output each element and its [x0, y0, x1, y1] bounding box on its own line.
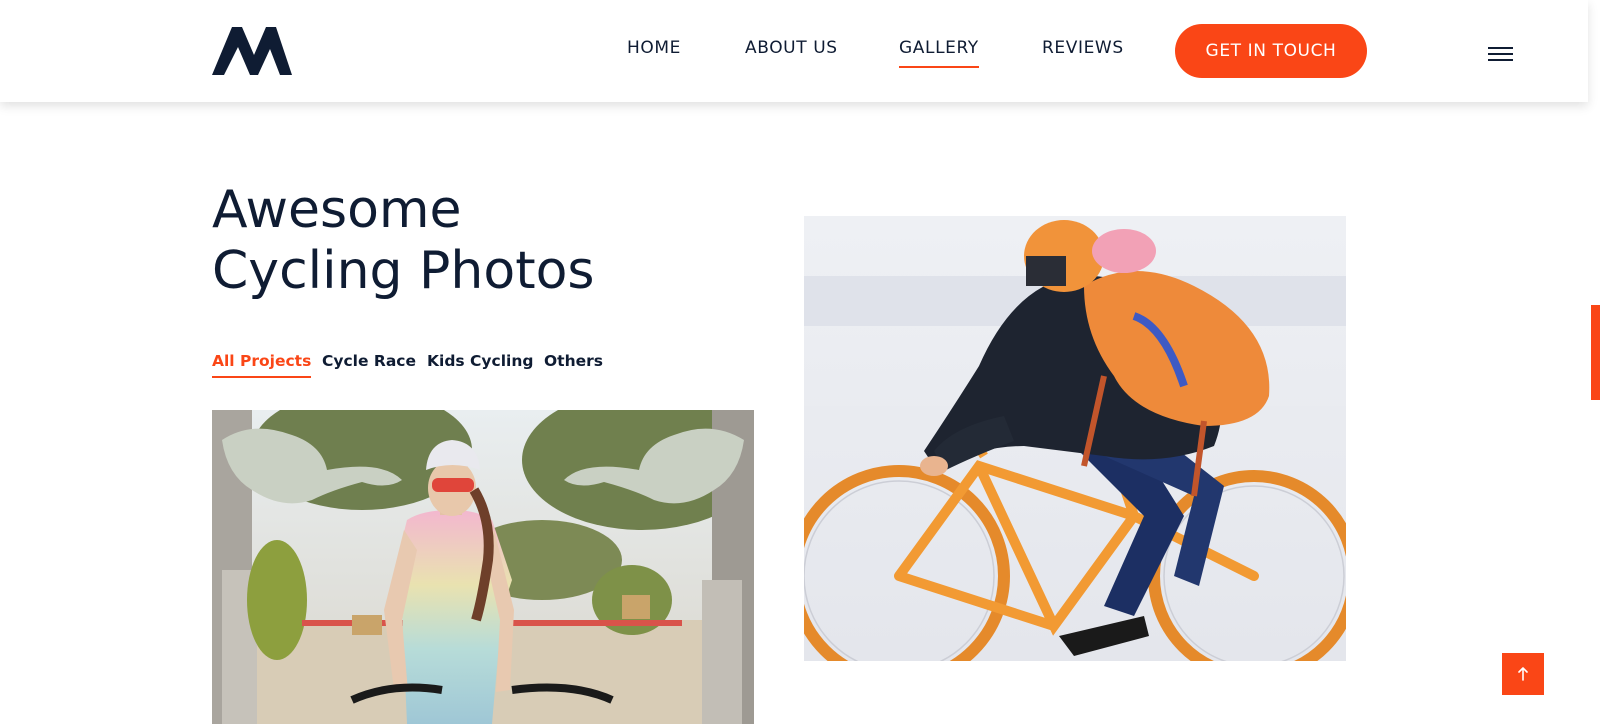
site-header: HOME ABOUT US GALLERY REVIEWS GET IN TOU…: [0, 0, 1588, 102]
gallery-title-line-1: Awesome: [212, 180, 462, 240]
filter-kids-cycling[interactable]: Kids Cycling: [427, 352, 533, 370]
brand-logo[interactable]: [212, 25, 292, 77]
cyclist-portrait-image: [212, 410, 754, 724]
scrollbar-thumb[interactable]: [1591, 305, 1600, 400]
gallery-photo-cyclist-portrait[interactable]: [212, 410, 754, 724]
arrow-up-icon: [1518, 667, 1528, 681]
nav-gallery[interactable]: GALLERY: [899, 38, 979, 68]
logo-mark-icon: [212, 27, 292, 75]
get-in-touch-button[interactable]: GET IN TOUCH: [1175, 24, 1367, 78]
back-to-top-button[interactable]: [1502, 653, 1544, 695]
gallery-photo-orange-bike[interactable]: [804, 216, 1346, 661]
gallery-title: Awesome Cycling Photos: [212, 180, 594, 302]
hamburger-icon[interactable]: [1486, 44, 1514, 64]
nav-home[interactable]: HOME: [627, 38, 681, 58]
filter-others[interactable]: Others: [544, 352, 603, 370]
filter-all-projects[interactable]: All Projects: [212, 352, 312, 378]
nav-reviews[interactable]: REVIEWS: [1042, 38, 1124, 58]
filter-cycle-race[interactable]: Cycle Race: [322, 352, 416, 370]
gallery-title-line-2: Cycling Photos: [212, 241, 595, 301]
orange-bike-image: [804, 216, 1346, 661]
nav-about-us[interactable]: ABOUT US: [745, 38, 838, 58]
